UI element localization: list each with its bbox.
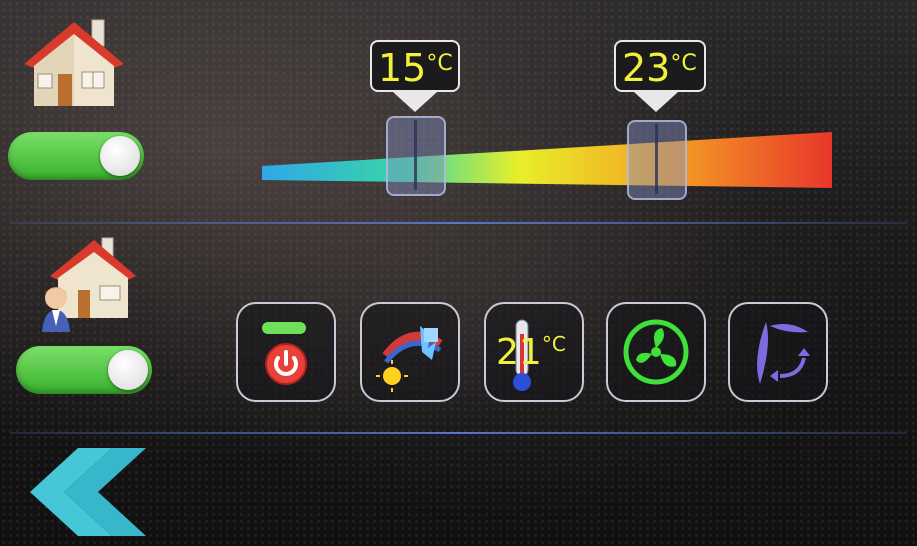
temperature-range-bar[interactable]	[262, 130, 834, 194]
current-temperature: 21°C	[496, 332, 566, 373]
max-setpoint-handle[interactable]	[627, 120, 687, 200]
thermostat-screen: 15°C 23°C 21°C	[0, 0, 917, 546]
mode-button[interactable]	[360, 302, 460, 402]
toggle-knob	[100, 136, 140, 176]
heat-cool-mode-icon	[376, 326, 443, 392]
toggle-knob	[108, 350, 148, 390]
home-toggle[interactable]	[8, 132, 144, 180]
min-setpoint-unit: °C	[426, 51, 453, 76]
max-setpoint-label: 23°C	[614, 40, 706, 92]
current-temperature-value: 21	[496, 332, 542, 373]
current-temperature-unit: °C	[541, 332, 566, 356]
min-setpoint-label: 15°C	[370, 40, 460, 92]
house-person-icon	[38, 236, 138, 334]
back-button[interactable]	[30, 448, 146, 540]
max-setpoint-value: 23	[622, 46, 671, 90]
power-icon	[262, 322, 307, 385]
top-divider	[10, 222, 907, 224]
bottom-divider	[10, 432, 907, 434]
swing-button[interactable]	[728, 302, 828, 402]
fan-icon	[623, 319, 689, 385]
temperature-button[interactable]: 21°C	[484, 302, 584, 402]
fan-button[interactable]	[606, 302, 706, 402]
presence-toggle[interactable]	[16, 346, 152, 394]
double-chevron-left-icon	[30, 448, 146, 536]
max-setpoint-pointer	[634, 92, 678, 112]
swing-icon	[757, 322, 810, 384]
power-button[interactable]	[236, 302, 336, 402]
min-setpoint-pointer	[393, 92, 437, 112]
min-setpoint-value: 15	[378, 46, 427, 90]
max-setpoint-unit: °C	[670, 51, 697, 76]
house-icon	[22, 16, 126, 110]
min-setpoint-handle[interactable]	[386, 116, 446, 196]
